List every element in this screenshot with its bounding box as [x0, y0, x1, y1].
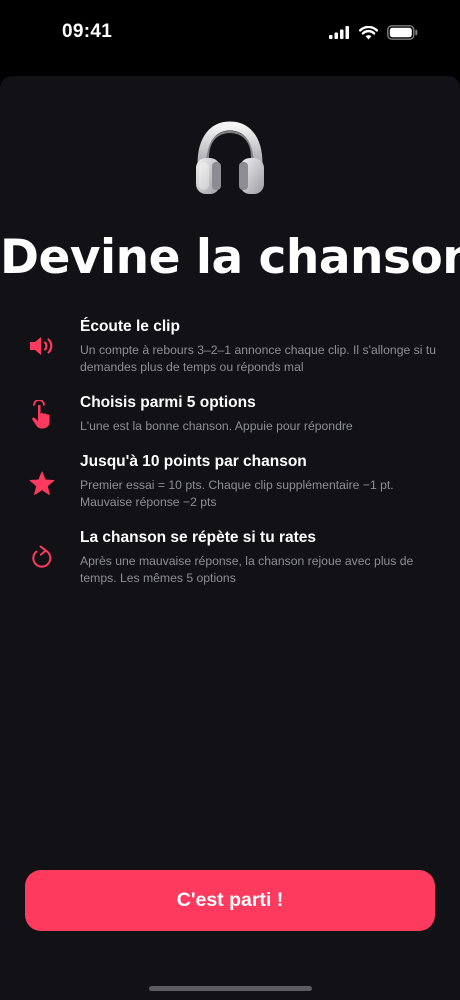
rule-title: Choisis parmi 5 options: [80, 394, 256, 411]
headphones-icon: [190, 118, 270, 198]
home-indicator[interactable]: [149, 986, 312, 991]
rule-description: Après une mauvaise réponse, la chanson r…: [80, 554, 414, 585]
rule-description: Un compte à rebours 3–2–1 annonce chaque…: [80, 343, 436, 374]
star-icon: [27, 468, 57, 498]
speaker-icon: [27, 331, 57, 361]
cellular-signal-icon: [329, 26, 350, 44]
rule-description: L'une est la bonne chanson. Appuie pour …: [80, 419, 353, 433]
rule-title: Écoute le clip: [80, 318, 180, 335]
rule-title: Jusqu'à 10 points par chanson: [80, 453, 307, 470]
status-icons: [329, 25, 418, 45]
onboarding-sheet: Devine la chanson Écoute le clip Un comp…: [0, 76, 460, 1000]
start-button[interactable]: C'est parti !: [25, 870, 435, 931]
rule-title: La chanson se répète si tu rates: [80, 529, 317, 546]
page-title: Devine la chanson: [0, 230, 460, 285]
battery-icon: [387, 25, 418, 45]
wifi-icon: [359, 25, 378, 45]
tap-hand-icon: [27, 400, 57, 430]
status-bar: 09:41: [0, 0, 460, 70]
rule-description: Premier essai = 10 pts. Chaque clip supp…: [80, 478, 394, 509]
status-time: 09:41: [62, 21, 113, 42]
replay-icon: [27, 543, 57, 573]
